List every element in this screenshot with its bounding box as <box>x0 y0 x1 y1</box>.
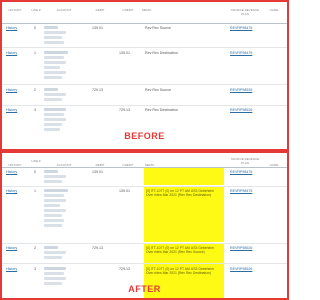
history-link[interactable]: History <box>6 267 17 271</box>
history-link[interactable]: History <box>6 246 17 250</box>
line-number: 3 <box>34 267 36 271</box>
line-number: 3 <box>34 108 36 112</box>
debit-value: 729.13 <box>92 246 103 250</box>
row-divider <box>2 105 287 106</box>
source-plan-link[interactable]: REVRP98526 <box>230 267 252 271</box>
header-name: NAME <box>269 8 279 12</box>
line-number: 0 <box>34 26 36 30</box>
header-line: LINE # <box>31 159 41 163</box>
account-redacted <box>44 66 60 69</box>
account-redacted <box>44 98 62 101</box>
row-divider <box>2 263 287 264</box>
account-redacted <box>44 189 68 192</box>
before-label: BEFORE <box>124 131 165 141</box>
account-redacted <box>44 26 58 29</box>
header-account: ACCOUNT <box>56 8 72 12</box>
account-redacted <box>44 209 66 212</box>
account-redacted <box>44 246 58 249</box>
account-redacted <box>44 71 66 74</box>
account-redacted <box>44 194 64 197</box>
account-redacted <box>44 199 66 202</box>
before-panel: HISTORY LINE # ACCOUNT DEBIT CREDIT MEMO… <box>0 0 289 151</box>
source-plan-link[interactable]: REVRP98475 <box>230 26 252 30</box>
account-redacted <box>44 204 60 207</box>
debit-value: 139.01 <box>92 26 103 30</box>
source-plan-link[interactable]: REVRP98475 <box>230 51 252 55</box>
account-redacted <box>44 180 62 183</box>
after-label: AFTER <box>128 284 161 294</box>
history-link[interactable]: History <box>6 108 17 112</box>
account-redacted <box>44 61 66 64</box>
account-redacted <box>44 214 62 217</box>
memo-value: [0] ITT-1077 (0) ne 12 PT AM US3 Gebehei… <box>146 267 214 276</box>
account-redacted <box>44 251 66 254</box>
header-memo: MEMO <box>142 8 152 12</box>
history-link[interactable]: History <box>6 189 17 193</box>
source-plan-link[interactable]: REVRP98526 <box>230 108 252 112</box>
account-redacted <box>44 224 62 227</box>
memo-highlight <box>144 168 224 185</box>
history-link[interactable]: History <box>6 51 17 55</box>
account-redacted <box>44 175 66 178</box>
account-redacted <box>44 56 64 59</box>
account-redacted <box>44 170 58 173</box>
memo-value: Rev Rec Source <box>145 88 172 92</box>
line-number: 1 <box>34 51 36 55</box>
credit-value: 139.01 <box>119 51 130 55</box>
header-source-plan: SOURCE REVENUE PLAN <box>230 8 260 16</box>
after-panel: HISTORY LINE # ACCOUNT DEBIT CREDIT MEMO… <box>0 151 289 300</box>
line-number: 0 <box>34 170 36 174</box>
history-link[interactable]: History <box>6 170 17 174</box>
header-source-plan: SOURCE REVENUE PLAN <box>230 157 260 165</box>
account-redacted <box>44 88 58 91</box>
history-link[interactable]: History <box>6 88 17 92</box>
debit-value: 729.13 <box>92 88 103 92</box>
header-debit: DEBIT <box>95 8 105 12</box>
source-plan-link[interactable]: REVRP98475 <box>230 170 252 174</box>
source-plan-link[interactable]: REVRP98526 <box>230 88 252 92</box>
account-redacted <box>44 272 64 275</box>
account-redacted <box>44 267 66 270</box>
row-divider <box>2 84 287 85</box>
line-number: 2 <box>34 246 36 250</box>
header-line: LINE # <box>31 8 41 12</box>
memo-value: Rev Rec Destination <box>145 108 178 112</box>
account-redacted <box>44 31 66 34</box>
history-link[interactable]: History <box>6 26 17 30</box>
credit-value: 729.13 <box>119 108 130 112</box>
source-plan-link[interactable]: REVRP98526 <box>230 246 252 250</box>
account-redacted <box>44 118 66 121</box>
header-divider <box>2 23 287 24</box>
memo-value: [0] ITT-1077 (0) ne 12 PT AM US3 Gebehei… <box>146 189 214 198</box>
line-number: 1 <box>34 189 36 193</box>
debit-value: 139.01 <box>92 170 103 174</box>
credit-value: 729.13 <box>119 267 130 271</box>
row-divider <box>2 47 287 48</box>
account-redacted <box>44 219 64 222</box>
row-divider <box>2 186 287 187</box>
account-redacted <box>44 277 66 280</box>
account-redacted <box>44 51 68 54</box>
header-credit: CREDIT <box>122 8 134 12</box>
memo-value: Rev Rec Source <box>145 26 172 30</box>
memo-value: [0] ITT-1077 (0) ne 12 PT AM US3 Gebehei… <box>146 246 214 255</box>
source-plan-link[interactable]: REVRP98475 <box>230 189 252 193</box>
memo-value: Rev Rec Destination <box>145 51 178 55</box>
account-redacted <box>44 93 66 96</box>
account-redacted <box>44 41 64 44</box>
account-redacted <box>44 36 62 39</box>
account-redacted <box>44 113 64 116</box>
line-number: 2 <box>34 88 36 92</box>
credit-value: 139.01 <box>119 189 130 193</box>
account-redacted <box>44 108 66 111</box>
header-history: HISTORY <box>8 8 22 12</box>
account-redacted <box>44 123 62 126</box>
row-divider <box>2 243 287 244</box>
account-redacted <box>44 76 62 79</box>
account-redacted <box>44 256 62 259</box>
